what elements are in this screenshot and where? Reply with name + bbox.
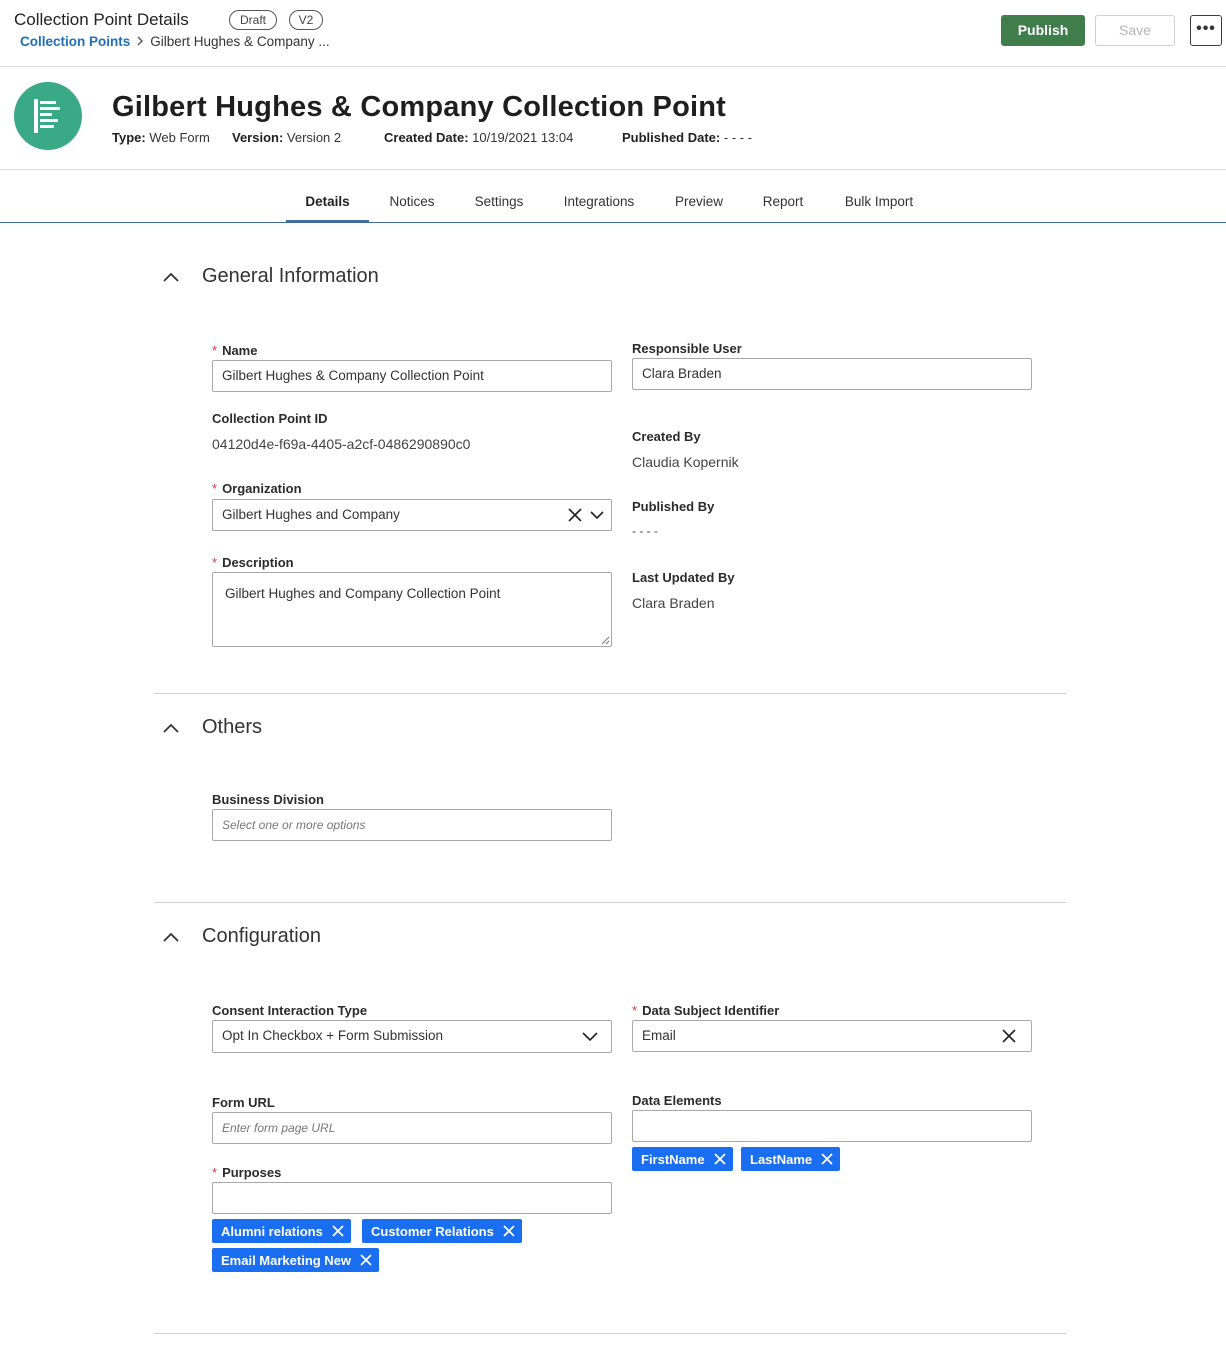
last-updated-by-label: Last Updated By: [632, 570, 735, 585]
organization-select[interactable]: Gilbert Hughes and Company: [212, 499, 612, 531]
entity-title: Gilbert Hughes & Company Collection Poin…: [112, 91, 727, 123]
section-configuration[interactable]: Configuration: [160, 925, 321, 948]
business-division-select[interactable]: Select one or more options: [212, 809, 612, 841]
business-division-label: Business Division: [212, 792, 324, 807]
tab-preview[interactable]: Preview: [664, 170, 734, 223]
name-field[interactable]: Gilbert Hughes & Company Collection Poin…: [212, 360, 612, 392]
purpose-tag: Alumni relations: [212, 1219, 351, 1243]
responsible-user-field[interactable]: Clara Braden: [632, 358, 1032, 390]
meta-published-date: Published Date: - - - -: [622, 130, 753, 145]
data-elements-input[interactable]: [632, 1110, 1032, 1142]
created-by-label: Created By: [632, 429, 701, 444]
breadcrumb: Collection Points Gilbert Hughes & Compa…: [20, 34, 330, 49]
chevron-up-icon[interactable]: [160, 926, 182, 948]
data-subject-identifier-label: * Data Subject Identifier: [632, 1003, 780, 1018]
close-icon[interactable]: [820, 1152, 834, 1166]
chevron-up-icon[interactable]: [160, 266, 182, 288]
clear-icon[interactable]: [567, 507, 583, 523]
tab-bar: Details Notices Settings Integrations Pr…: [0, 170, 1226, 223]
data-element-tag: LastName: [741, 1147, 841, 1171]
meta-type: Type: Web Form: [112, 130, 210, 145]
breadcrumb-link-collection-points[interactable]: Collection Points: [20, 34, 130, 49]
resize-handle-icon[interactable]: [601, 636, 610, 645]
version-badge: V2: [289, 10, 323, 30]
section-title: General Information: [202, 265, 379, 287]
published-by-label: Published By: [632, 499, 715, 514]
section-general-information[interactable]: General Information: [160, 265, 379, 288]
entity-header: Gilbert Hughes & Company Collection Poin…: [0, 67, 1226, 170]
close-icon[interactable]: [359, 1253, 373, 1267]
purpose-tag: Customer Relations: [362, 1219, 522, 1243]
close-icon[interactable]: [331, 1224, 345, 1238]
page-title: Collection Point Details: [14, 10, 189, 29]
close-icon[interactable]: [502, 1224, 516, 1238]
data-element-tag: FirstName: [632, 1147, 733, 1171]
form-url-field[interactable]: Enter form page URL: [212, 1112, 612, 1144]
tab-details[interactable]: Details: [286, 170, 369, 223]
name-label: * Name: [212, 343, 258, 358]
responsible-user-label: Responsible User: [632, 341, 742, 356]
purposes-label: * Purposes: [212, 1165, 282, 1180]
description-label: * Description: [212, 555, 294, 570]
purpose-tag: Email Marketing New: [212, 1248, 380, 1272]
created-by-value: Claudia Kopernik: [632, 454, 739, 470]
publish-button[interactable]: Publish: [1001, 15, 1085, 46]
organization-label: * Organization: [212, 481, 302, 496]
chevron-up-icon[interactable]: [160, 717, 182, 739]
tab-integrations[interactable]: Integrations: [552, 170, 646, 223]
collection-point-id-value: 04120d4e-f69a-4405-a2cf-0486290890c0: [212, 436, 471, 452]
collection-point-icon: [14, 82, 82, 150]
collection-point-id-label: Collection Point ID: [212, 411, 328, 426]
tab-settings[interactable]: Settings: [462, 170, 536, 223]
chevron-down-icon[interactable]: [589, 507, 605, 523]
consent-interaction-type-label: Consent Interaction Type: [212, 1003, 368, 1018]
chevron-right-icon: [136, 35, 144, 49]
status-badge: Draft: [229, 10, 277, 30]
save-button[interactable]: Save: [1095, 15, 1175, 46]
top-bar: Collection Point Details Draft V2 Collec…: [0, 0, 1226, 67]
section-others[interactable]: Others: [160, 716, 262, 739]
purposes-input[interactable]: [212, 1182, 612, 1214]
description-field[interactable]: Gilbert Hughes and Company Collection Po…: [212, 572, 612, 647]
section-divider: [154, 902, 1066, 903]
close-icon[interactable]: [713, 1152, 727, 1166]
clear-icon[interactable]: [1001, 1028, 1017, 1044]
breadcrumb-current: Gilbert Hughes & Company ...: [150, 34, 330, 49]
published-by-value: - - - -: [632, 524, 658, 538]
consent-interaction-type-select[interactable]: Opt In Checkbox + Form Submission: [212, 1020, 612, 1053]
more-options-button[interactable]: •••: [1190, 15, 1222, 46]
section-title: Others: [202, 716, 263, 738]
section-divider: [154, 1333, 1066, 1334]
tab-report[interactable]: Report: [750, 170, 816, 223]
section-title: Configuration: [202, 925, 321, 947]
last-updated-by-value: Clara Braden: [632, 595, 715, 611]
data-subject-identifier-select[interactable]: Email: [632, 1020, 1032, 1052]
chevron-down-icon[interactable]: [581, 1028, 599, 1044]
section-divider: [154, 693, 1066, 694]
form-url-label: Form URL: [212, 1095, 275, 1110]
meta-version: Version: Version 2: [232, 130, 342, 145]
data-elements-label: Data Elements: [632, 1093, 722, 1108]
tab-bulk-import[interactable]: Bulk Import: [832, 170, 926, 223]
meta-created-date: Created Date: 10/19/2021 13:04: [384, 130, 574, 145]
tab-notices[interactable]: Notices: [375, 170, 449, 223]
